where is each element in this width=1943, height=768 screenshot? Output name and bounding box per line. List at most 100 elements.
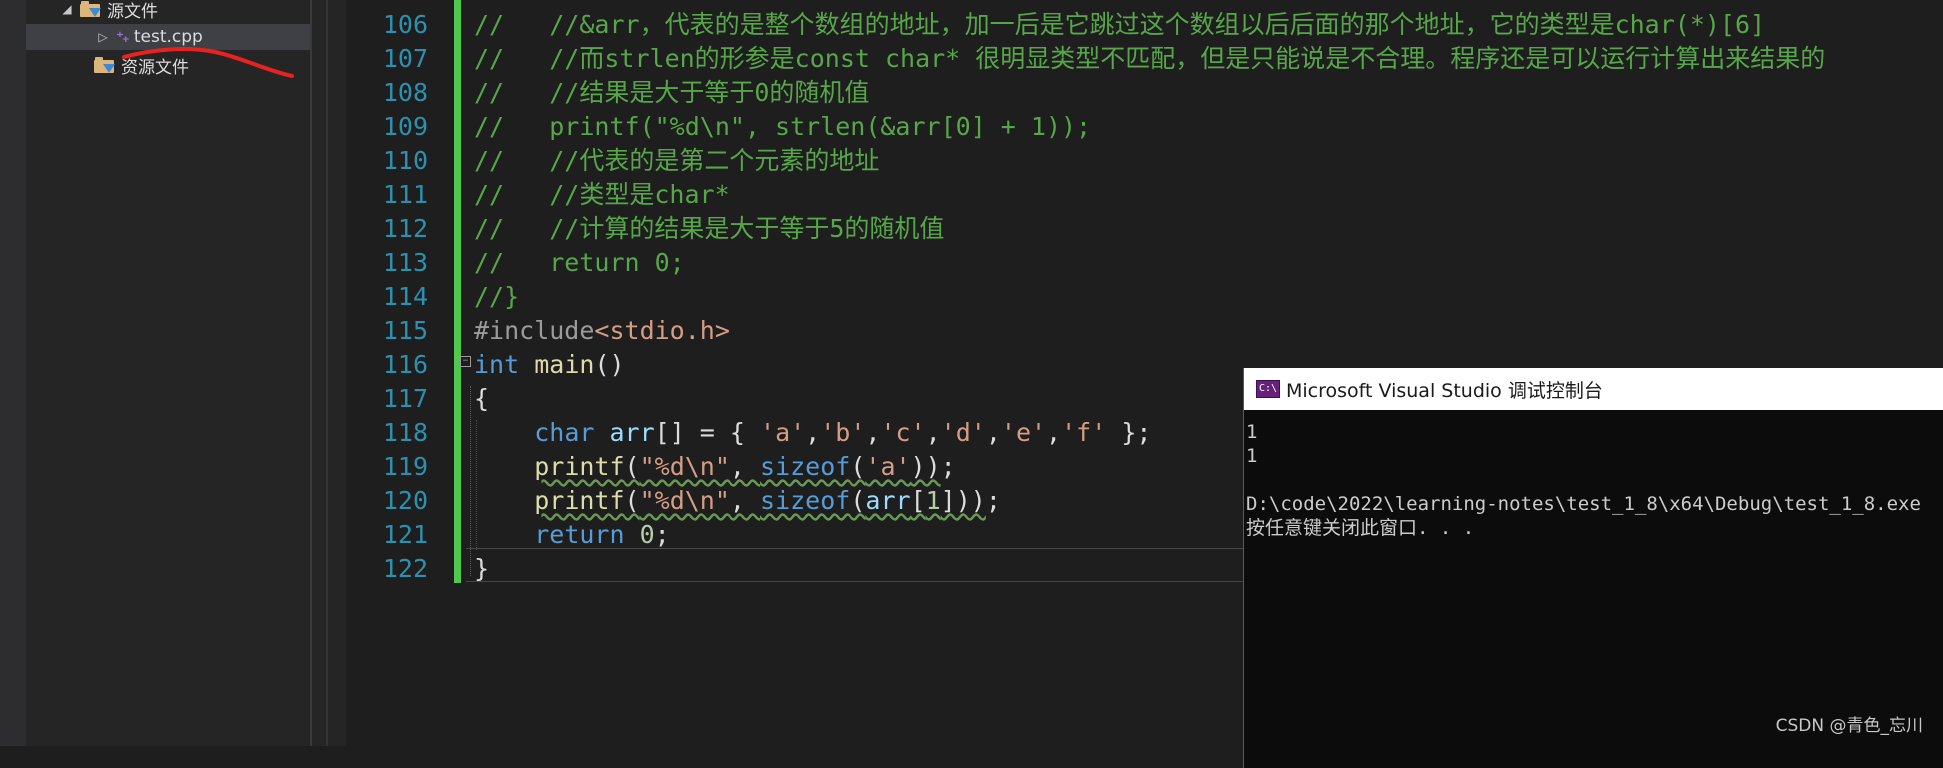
code-token: , bbox=[729, 452, 761, 481]
code-line[interactable]: 107 // //而strlen的形参是const char* 很明显类型不匹配，… bbox=[346, 42, 1943, 76]
code-token: //} bbox=[474, 282, 520, 311]
console-output: 1 1 D:\code\2022\learning-notes\test_1_8… bbox=[1246, 421, 1921, 539]
code-token: 'a' bbox=[865, 452, 911, 481]
line-number: 106 bbox=[382, 10, 428, 39]
line-number: 114 bbox=[382, 282, 428, 311]
code-token: char bbox=[534, 418, 595, 447]
line-number: 117 bbox=[382, 384, 428, 413]
code-text: // return 0; bbox=[474, 246, 685, 280]
watermark: CSDN @青色_忘川 bbox=[1775, 716, 1923, 736]
code-text: int main() bbox=[474, 348, 625, 382]
code-token: sizeof bbox=[760, 452, 851, 481]
code-token: { bbox=[474, 384, 490, 413]
code-token: // //结果是大于等于0的随机值 bbox=[474, 78, 870, 107]
code-token: // //代表的是第二个元素的地址 bbox=[474, 146, 880, 175]
code-token: () bbox=[594, 350, 625, 379]
code-text: // //&arr，代表的是整个数组的地址，加一后是它跳过这个数组以后后面的那个… bbox=[474, 8, 1765, 42]
code-token: , bbox=[1046, 418, 1062, 447]
code-token: 'd' bbox=[940, 418, 986, 447]
code-token: ( bbox=[850, 452, 866, 481]
code-text: } bbox=[474, 552, 489, 586]
splitter[interactable] bbox=[316, 0, 346, 746]
code-token: }; bbox=[1106, 418, 1152, 447]
code-line[interactable]: 109 // printf("%d\n", strlen(&arr[0] + 1)… bbox=[346, 110, 1943, 144]
code-token: 'f' bbox=[1061, 418, 1107, 447]
code-line[interactable]: 106 // //&arr，代表的是整个数组的地址，加一后是它跳过这个数组以后后面… bbox=[346, 8, 1943, 42]
code-line[interactable]: 110 // //代表的是第二个元素的地址 bbox=[346, 144, 1943, 178]
code-token: int bbox=[474, 350, 520, 379]
code-token: 'b' bbox=[820, 418, 866, 447]
code-token: // printf("%d\n", strlen(&arr[0] + 1)); bbox=[474, 112, 1092, 141]
code-token: 1 bbox=[925, 486, 941, 515]
code-token: ( bbox=[624, 486, 640, 515]
line-number: 109 bbox=[382, 112, 428, 141]
code-line[interactable]: 111 // //类型是char* bbox=[346, 178, 1943, 212]
code-token: ])) bbox=[940, 486, 986, 515]
code-token: // //&arr，代表的是整个数组的地址，加一后是它跳过这个数组以后后面的那个… bbox=[474, 10, 1766, 39]
code-token: printf bbox=[534, 452, 625, 481]
code-text: // //代表的是第二个元素的地址 bbox=[474, 144, 879, 178]
line-number: 121 bbox=[382, 520, 428, 549]
line-number: 115 bbox=[382, 316, 428, 345]
code-token: // return 0; bbox=[474, 248, 685, 277]
code-token: arr bbox=[609, 418, 655, 447]
solution-explorer: ◢ 源文件 ▷ ⁺₊ test.cpp 资源文件 bbox=[0, 0, 316, 746]
code-text: #include<stdio.h> bbox=[474, 314, 730, 348]
code-token: "%d\n" bbox=[639, 486, 730, 515]
code-token: 'c' bbox=[880, 418, 926, 447]
code-line[interactable]: 113 // return 0; bbox=[346, 246, 1943, 280]
code-token: , bbox=[985, 418, 1001, 447]
code-token: sizeof bbox=[760, 486, 851, 515]
code-token: arr bbox=[865, 486, 911, 515]
code-token: // //计算的结果是大于等于5的随机值 bbox=[474, 214, 945, 243]
code-token: , bbox=[925, 418, 941, 447]
code-text: // printf("%d\n", strlen(&arr[0] + 1)); bbox=[474, 110, 1091, 144]
line-number: 116 bbox=[382, 350, 428, 379]
code-text: // //结果是大于等于0的随机值 bbox=[474, 76, 869, 110]
code-token: ; bbox=[985, 486, 1001, 515]
code-token: // //而strlen的形参是const char* 很明显类型不匹配，但是只… bbox=[474, 44, 1826, 73]
debug-console-window[interactable]: C:\ Microsoft Visual Studio 调试控制台 1 1 D:… bbox=[1243, 368, 1943, 768]
line-number: 108 bbox=[382, 78, 428, 107]
code-text: { bbox=[474, 382, 489, 416]
code-token: "%d\n" bbox=[639, 452, 730, 481]
console-title: Microsoft Visual Studio 调试控制台 bbox=[1286, 379, 1603, 402]
line-number: 118 bbox=[382, 418, 428, 447]
line-number: 112 bbox=[382, 214, 428, 243]
red-annotation-stroke bbox=[122, 47, 294, 78]
code-token: // //类型是char* bbox=[474, 180, 730, 209]
explorer-border bbox=[310, 0, 312, 746]
code-line[interactable]: 108 // //结果是大于等于0的随机值 bbox=[346, 76, 1943, 110]
code-token: [ bbox=[910, 486, 926, 515]
code-token: <stdio.h> bbox=[594, 316, 730, 345]
console-app-icon: C:\ bbox=[1256, 380, 1280, 398]
console-title-bar[interactable]: C:\ Microsoft Visual Studio 调试控制台 bbox=[1244, 368, 1943, 410]
code-line[interactable]: 114 //} bbox=[346, 280, 1943, 314]
code-token: ; bbox=[654, 520, 670, 549]
explorer-left-strip bbox=[0, 0, 26, 746]
code-text: // //而strlen的形参是const char* 很明显类型不匹配，但是只… bbox=[474, 42, 1825, 76]
code-line[interactable]: 112 // //计算的结果是大于等于5的随机值 bbox=[346, 212, 1943, 246]
code-token: [] = { bbox=[654, 418, 761, 447]
code-token: 'e' bbox=[1000, 418, 1047, 447]
code-line[interactable]: 115 #include<stdio.h> bbox=[346, 314, 1943, 348]
code-token: main bbox=[534, 350, 595, 379]
line-number: 120 bbox=[382, 486, 428, 515]
code-token: ( bbox=[850, 486, 866, 515]
code-token: , bbox=[729, 486, 761, 515]
code-text: printf("%d\n", sizeof('a')); bbox=[474, 450, 956, 484]
code-token: ; bbox=[940, 452, 956, 481]
code-token: , bbox=[805, 418, 821, 447]
code-token: return bbox=[534, 520, 625, 549]
code-token: ( bbox=[624, 452, 640, 481]
code-text: printf("%d\n", sizeof(arr[1])); bbox=[474, 484, 1001, 518]
code-text: // //计算的结果是大于等于5的随机值 bbox=[474, 212, 944, 246]
code-token: 0 bbox=[639, 520, 655, 549]
line-number: 111 bbox=[382, 180, 428, 209]
